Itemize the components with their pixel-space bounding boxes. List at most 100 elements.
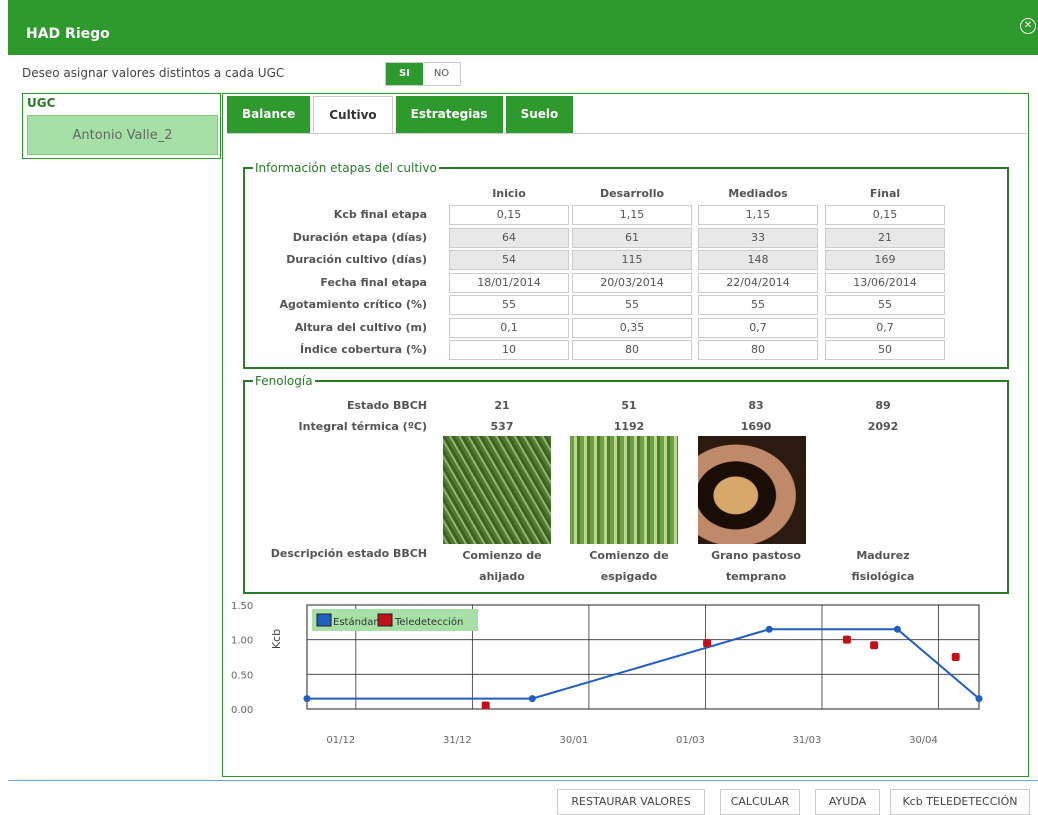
pheno-stage-image [443, 436, 551, 544]
thermal-value: 2092 [867, 420, 899, 433]
bbch-description-line: temprano [725, 570, 787, 583]
bbch-description: Madurez fisiológica [823, 545, 943, 587]
thermal-value: 537 [490, 420, 514, 433]
toggle-no-button[interactable]: NO [423, 63, 460, 85]
stage-cell[interactable]: 0,7 [825, 317, 945, 338]
stage-row-label: Duración cultivo (días) [286, 253, 427, 266]
close-icon[interactable]: ✕ [1020, 18, 1036, 34]
y-axis-label: Kcb [270, 629, 283, 649]
stage-cell[interactable]: 18/01/2014 [449, 272, 569, 293]
x-tick-label: 31/03 [793, 735, 822, 746]
series-point-teledeteccion [951, 653, 960, 661]
series-point-teledeteccion [481, 701, 490, 710]
thermal-value: 1192 [613, 420, 645, 433]
series-point-estandar [528, 695, 536, 703]
bbch-description-line: Grano pastoso [711, 549, 801, 562]
stage-cell: 61 [572, 227, 692, 248]
y-tick-label: 1.00 [231, 636, 253, 647]
stage-cell[interactable]: 22/04/2014 [698, 272, 818, 293]
stage-cell[interactable]: 0,15 [825, 205, 945, 225]
tab-suelo[interactable]: Suelo [505, 96, 574, 133]
x-tick-label: 01/03 [676, 735, 705, 746]
stage-cell[interactable]: 50 [825, 340, 945, 360]
kcb-chart: 0.00 0.50 1.00 1.50 01/12 31/12 30/01 01/03 31/0… [231, 601, 983, 746]
bbch-description-line: espigado [600, 570, 658, 583]
stage-cell[interactable]: 55 [449, 295, 569, 315]
toggle-yes-button[interactable]: SI [386, 63, 423, 85]
stage-cell: 21 [825, 227, 945, 248]
pheno-stage-image [698, 436, 806, 544]
tab-cultivo[interactable]: Cultivo [313, 96, 393, 133]
restore-values-button[interactable]: RESTAURAR VALORES [557, 789, 705, 815]
series-point-estandar [765, 625, 773, 633]
calculate-button[interactable]: CALCULAR [720, 789, 800, 815]
stage-cell[interactable]: 10 [449, 340, 569, 360]
stage-column-header: Mediados [728, 187, 788, 200]
series-point-estandar [975, 695, 983, 703]
desc-label: Descripción estado BBCH [270, 547, 427, 560]
stage-cell[interactable]: 1,15 [572, 205, 692, 225]
stage-cell[interactable]: 13/06/2014 [825, 272, 945, 293]
bbch-description: Comienzo de ahijado [442, 545, 562, 587]
tab-balance[interactable]: Balance [227, 96, 311, 133]
ugc-panel: UGC Antonio Valle_2 [22, 93, 221, 159]
legend-swatch-teledeteccion [377, 613, 393, 627]
series-point-estandar [303, 695, 311, 703]
tab-estrategias[interactable]: Estrategias [395, 96, 503, 133]
stage-cell[interactable]: 0,35 [572, 317, 692, 338]
y-tick-label: 1.50 [231, 601, 253, 612]
x-tick-label: 30/04 [909, 735, 938, 746]
stage-row-label: Fecha final etapa [320, 275, 427, 289]
stage-row-label: Duración etapa (días) [292, 230, 427, 244]
bbch-description: Grano pastoso temprano [696, 545, 816, 587]
stage-cell[interactable]: 80 [698, 340, 818, 360]
assign-label: Deseo asignar valores distintos a cada U… [22, 66, 285, 80]
x-tick-label: 01/12 [326, 735, 355, 746]
stages-legend: Información etapas del cultivo [253, 161, 439, 175]
stage-cell[interactable]: 55 [572, 295, 692, 315]
stage-cell[interactable]: 80 [572, 340, 692, 360]
bbch-value: 51 [621, 399, 637, 412]
footer-divider [8, 780, 1038, 781]
bbch-description-line: Comienzo de [462, 549, 542, 562]
stage-cell[interactable]: 1,15 [698, 205, 818, 225]
ugc-item-selected[interactable]: Antonio Valle_2 [27, 115, 218, 155]
bbch-description-line: fisiológica [851, 570, 915, 583]
stage-cell[interactable]: 20/03/2014 [572, 272, 692, 293]
stage-column-header: Final [869, 187, 901, 200]
pheno-stage-image [570, 436, 678, 544]
stage-cell: 115 [572, 250, 692, 270]
legend-label-estandar: Estándar [333, 616, 378, 628]
stage-row-label: Agotamiento crítico (%) [279, 298, 427, 311]
legend-label-teledeteccion: Teledetección [394, 616, 463, 628]
stage-cell[interactable]: 0,15 [449, 205, 569, 225]
legend-swatch-estandar [316, 613, 332, 627]
stage-cell: 33 [698, 227, 818, 248]
stage-cell[interactable]: 55 [825, 295, 945, 315]
y-tick-label: 0.00 [231, 705, 253, 716]
stage-column-header: Desarrollo [599, 187, 665, 200]
series-point-estandar [893, 625, 901, 633]
x-tick-label: 30/01 [559, 735, 588, 746]
bbch-description: Comienzo de espigado [569, 545, 689, 587]
ugc-label: UGC [27, 96, 56, 110]
bbch-description-line: Comienzo de [589, 549, 669, 562]
stage-cell: 169 [825, 250, 945, 270]
window-titlebar: HAD Riego ✕ [8, 0, 1038, 55]
stage-cell[interactable]: 0,1 [449, 317, 569, 338]
kcb-teledeteccion-button[interactable]: Kcb TELEDETECCIÓN [890, 789, 1030, 815]
bbch-value: 89 [875, 399, 891, 412]
stage-cell: 54 [449, 250, 569, 270]
window-title: HAD Riego [26, 26, 110, 42]
help-button[interactable]: AYUDA [815, 789, 880, 815]
stage-cell[interactable]: 55 [698, 295, 818, 315]
bbch-value: 21 [494, 399, 510, 412]
bbch-description-line: Madurez [856, 549, 910, 562]
tab-bar: Balance Cultivo Estrategias Suelo [227, 96, 576, 133]
series-point-teledeteccion [703, 639, 712, 648]
assign-toggle[interactable]: SI NO [385, 62, 461, 86]
stage-cell: 148 [698, 250, 818, 270]
series-point-teledeteccion [870, 641, 879, 650]
x-tick-label: 31/12 [443, 735, 472, 746]
stage-cell[interactable]: 0,7 [698, 317, 818, 338]
